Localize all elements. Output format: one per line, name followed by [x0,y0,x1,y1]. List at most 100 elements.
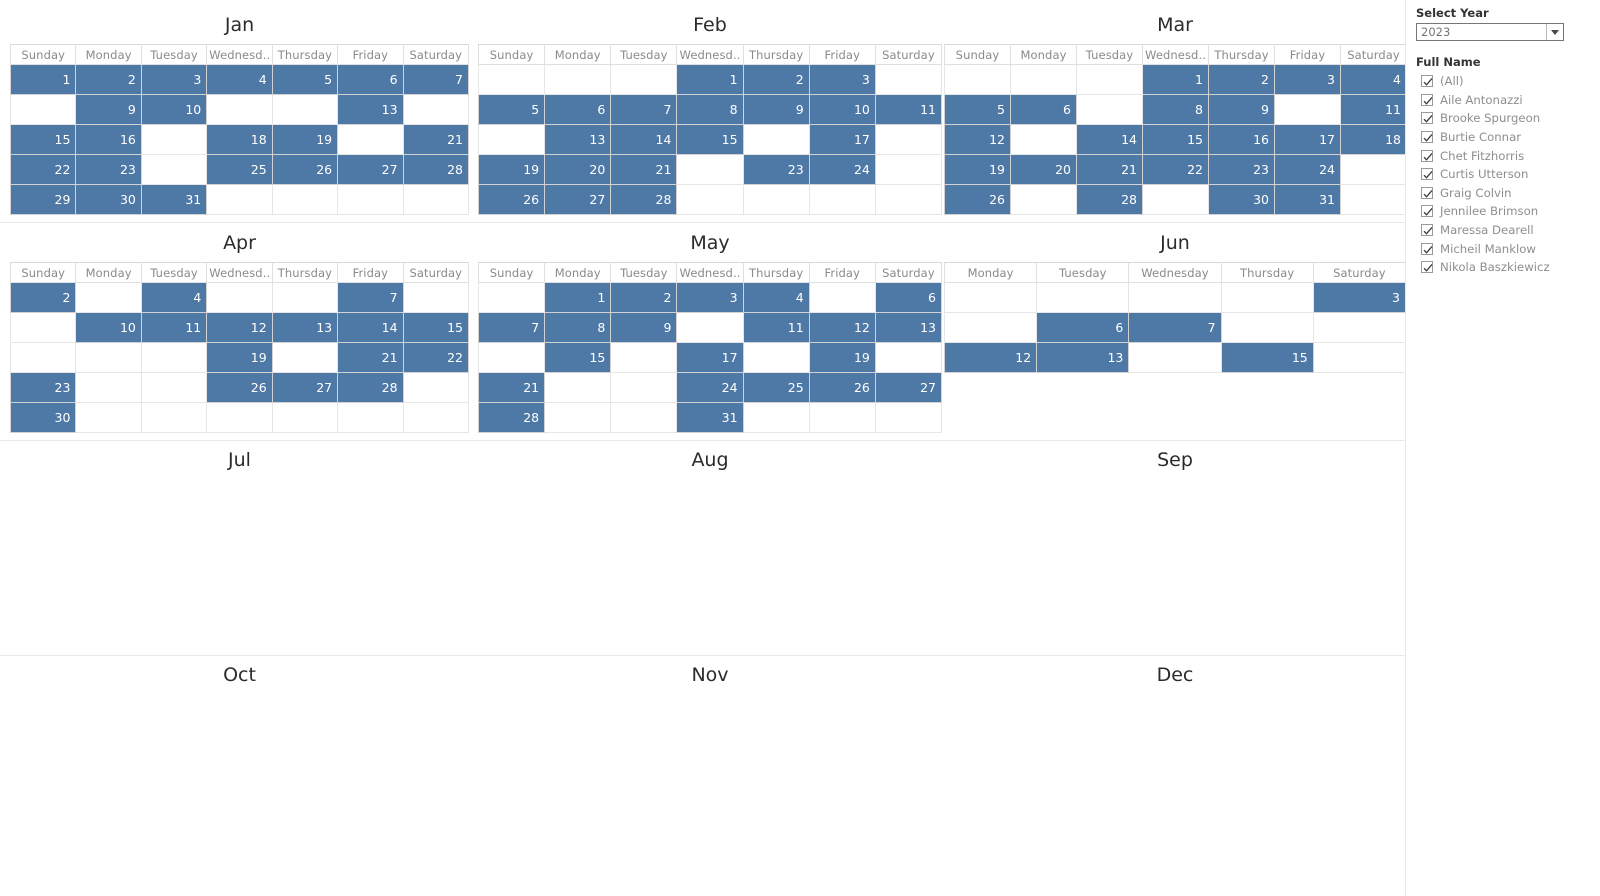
full-name-filter-item[interactable]: Brooke Spurgeon [1416,109,1600,128]
calendar-day-marked[interactable]: 30 [1208,184,1275,215]
calendar-day-marked[interactable]: 31 [1274,184,1341,215]
calendar-day-empty[interactable] [676,154,744,185]
calendar-day-empty[interactable] [271,282,339,313]
calendar-day-marked[interactable]: 5 [271,64,339,95]
calendar-day-marked[interactable]: 1 [676,64,744,95]
calendar-day-marked[interactable]: 14 [337,312,404,343]
calendar-day-marked[interactable]: 26 [477,184,546,215]
calendar-day-empty[interactable] [140,342,208,373]
calendar-day-empty[interactable] [1128,342,1222,373]
select-year-arrow-button[interactable] [1546,24,1563,40]
calendar-day-empty[interactable] [1220,282,1314,313]
full-name-filter-item[interactable]: Aile Antonazzi [1416,91,1600,110]
checkmark-icon[interactable] [1421,112,1433,125]
calendar-day-marked[interactable]: 21 [337,342,404,373]
calendar-day-empty[interactable] [477,342,546,373]
calendar-day-marked[interactable]: 4 [1340,64,1405,95]
calendar-day-empty[interactable] [402,402,470,433]
calendar-day-empty[interactable] [1220,312,1314,343]
calendar-day-marked[interactable]: 23 [742,154,810,185]
calendar-day-marked[interactable]: 27 [271,372,339,403]
calendar-day-marked[interactable]: 17 [676,342,744,373]
calendar-day-marked[interactable]: 26 [944,184,1011,215]
calendar-day-marked[interactable]: 30 [75,184,142,215]
calendar-day-marked[interactable]: 22 [402,342,470,373]
calendar-day-marked[interactable]: 14 [1076,124,1143,155]
calendar-day-marked[interactable]: 23 [1208,154,1275,185]
calendar-day-marked[interactable]: 13 [544,124,612,155]
calendar-day-marked[interactable]: 4 [206,64,273,95]
calendar-day-marked[interactable]: 17 [1274,124,1341,155]
full-name-filter-item[interactable]: Burtie Connar [1416,128,1600,147]
calendar-day-empty[interactable] [1076,64,1143,95]
checkmark-icon[interactable] [1421,168,1433,181]
calendar-day-marked[interactable]: 22 [1142,154,1209,185]
calendar-day-marked[interactable]: 9 [75,94,142,125]
calendar-day-marked[interactable]: 16 [75,124,142,155]
calendar-day-marked[interactable]: 7 [610,94,678,125]
select-year-dropdown[interactable]: 2023 [1416,23,1564,41]
calendar-day-marked[interactable]: 11 [1340,94,1405,125]
calendar-day-marked[interactable]: 24 [808,154,876,185]
calendar-day-marked[interactable]: 15 [544,342,612,373]
calendar-day-empty[interactable] [271,184,339,215]
calendar-day-marked[interactable]: 28 [610,184,678,215]
calendar-day-empty[interactable] [9,94,77,125]
calendar-day-empty[interactable] [477,124,546,155]
calendar-day-marked[interactable]: 18 [1340,124,1405,155]
calendar-day-marked[interactable]: 2 [75,64,142,95]
calendar-day-marked[interactable]: 1 [1142,64,1209,95]
calendar-day-marked[interactable]: 16 [1208,124,1275,155]
calendar-day-empty[interactable] [1274,94,1341,125]
calendar-day-marked[interactable]: 18 [206,124,273,155]
calendar-day-empty[interactable] [1128,282,1222,313]
calendar-day-marked[interactable]: 3 [140,64,208,95]
calendar-day-empty[interactable] [337,402,404,433]
calendar-day-marked[interactable]: 25 [206,154,273,185]
calendar-day-marked[interactable]: 9 [742,94,810,125]
calendar-day-marked[interactable]: 3 [1274,64,1341,95]
calendar-day-empty[interactable] [1312,312,1405,343]
calendar-day-marked[interactable]: 26 [271,154,339,185]
calendar-day-empty[interactable] [75,342,142,373]
calendar-day-marked[interactable]: 3 [676,282,744,313]
calendar-day-marked[interactable]: 3 [1312,282,1405,313]
calendar-day-marked[interactable]: 12 [808,312,876,343]
calendar-day-marked[interactable]: 14 [610,124,678,155]
calendar-day-marked[interactable]: 2 [610,282,678,313]
calendar-day-marked[interactable]: 9 [1208,94,1275,125]
calendar-day-empty[interactable] [742,402,810,433]
calendar-day-marked[interactable]: 7 [402,64,470,95]
checkmark-icon[interactable] [1421,149,1433,162]
calendar-day-marked[interactable]: 19 [477,154,546,185]
calendar-day-empty[interactable] [874,184,943,215]
calendar-day-marked[interactable]: 7 [337,282,404,313]
calendar-day-marked[interactable]: 10 [140,94,208,125]
calendar-day-empty[interactable] [1010,124,1077,155]
calendar-day-empty[interactable] [206,402,273,433]
calendar-day-empty[interactable] [271,402,339,433]
calendar-day-empty[interactable] [1010,184,1077,215]
calendar-day-marked[interactable]: 27 [874,372,943,403]
calendar-day-empty[interactable] [206,94,273,125]
calendar-day-marked[interactable]: 11 [742,312,810,343]
full-name-filter-item[interactable]: Chet Fitzhorris [1416,146,1600,165]
full-name-filter-item[interactable]: (All) [1416,72,1600,91]
calendar-day-marked[interactable]: 10 [808,94,876,125]
calendar-day-empty[interactable] [75,372,142,403]
calendar-day-empty[interactable] [1010,64,1077,95]
calendar-day-empty[interactable] [140,154,208,185]
calendar-day-empty[interactable] [544,64,612,95]
calendar-day-marked[interactable]: 19 [271,124,339,155]
calendar-day-marked[interactable]: 31 [676,402,744,433]
calendar-day-marked[interactable]: 2 [9,282,77,313]
calendar-day-empty[interactable] [808,402,876,433]
calendar-day-marked[interactable]: 11 [874,94,943,125]
calendar-day-empty[interactable] [337,124,404,155]
calendar-day-marked[interactable]: 2 [1208,64,1275,95]
calendar-day-marked[interactable]: 7 [477,312,546,343]
full-name-filter-item[interactable]: Curtis Utterson [1416,165,1600,184]
calendar-day-marked[interactable]: 2 [742,64,810,95]
calendar-day-empty[interactable] [610,402,678,433]
calendar-day-empty[interactable] [742,342,810,373]
